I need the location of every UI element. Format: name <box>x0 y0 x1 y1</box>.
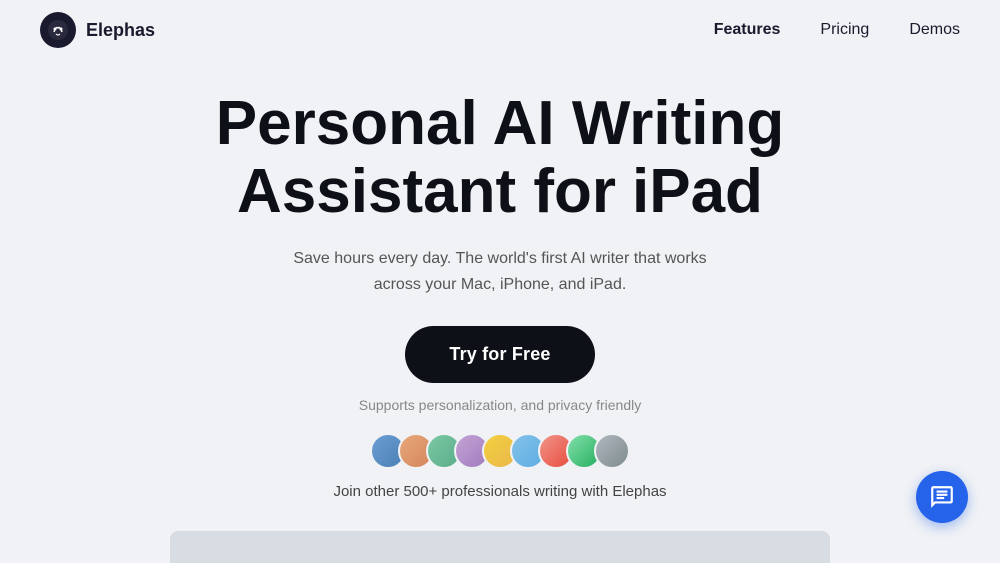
nav-features[interactable]: Features <box>714 21 781 39</box>
logo-icon <box>40 12 76 48</box>
hero-title: Personal AI Writing Assistant for iPad <box>216 90 784 226</box>
hero-title-assistant: Assistant for <box>237 158 616 226</box>
hero-subtitle: Save hours every day. The world's first … <box>270 246 730 297</box>
professionals-text: Join other 500+ professionals writing wi… <box>333 483 666 500</box>
nav-demos[interactable]: Demos <box>909 21 960 39</box>
navbar: Elephas Features Pricing Demos <box>0 0 1000 60</box>
chat-button[interactable] <box>916 471 968 523</box>
hero-section: Personal AI Writing Assistant for iPad S… <box>0 60 1000 520</box>
bottom-preview-bar <box>170 531 830 563</box>
cta-button[interactable]: Try for Free <box>405 326 594 383</box>
avatar <box>594 433 630 469</box>
chat-icon <box>929 484 955 510</box>
logo-text: Elephas <box>86 20 155 41</box>
hero-title-ipad: iPad <box>632 158 763 226</box>
hero-title-line1: Personal AI Writing <box>216 90 784 158</box>
hero-title-line2: Assistant for iPad <box>216 158 784 226</box>
privacy-note: Supports personalization, and privacy fr… <box>359 397 642 413</box>
avatars-row <box>370 433 630 469</box>
nav-pricing[interactable]: Pricing <box>820 21 869 39</box>
logo[interactable]: Elephas <box>40 12 155 48</box>
nav-links: Features Pricing Demos <box>714 21 960 39</box>
